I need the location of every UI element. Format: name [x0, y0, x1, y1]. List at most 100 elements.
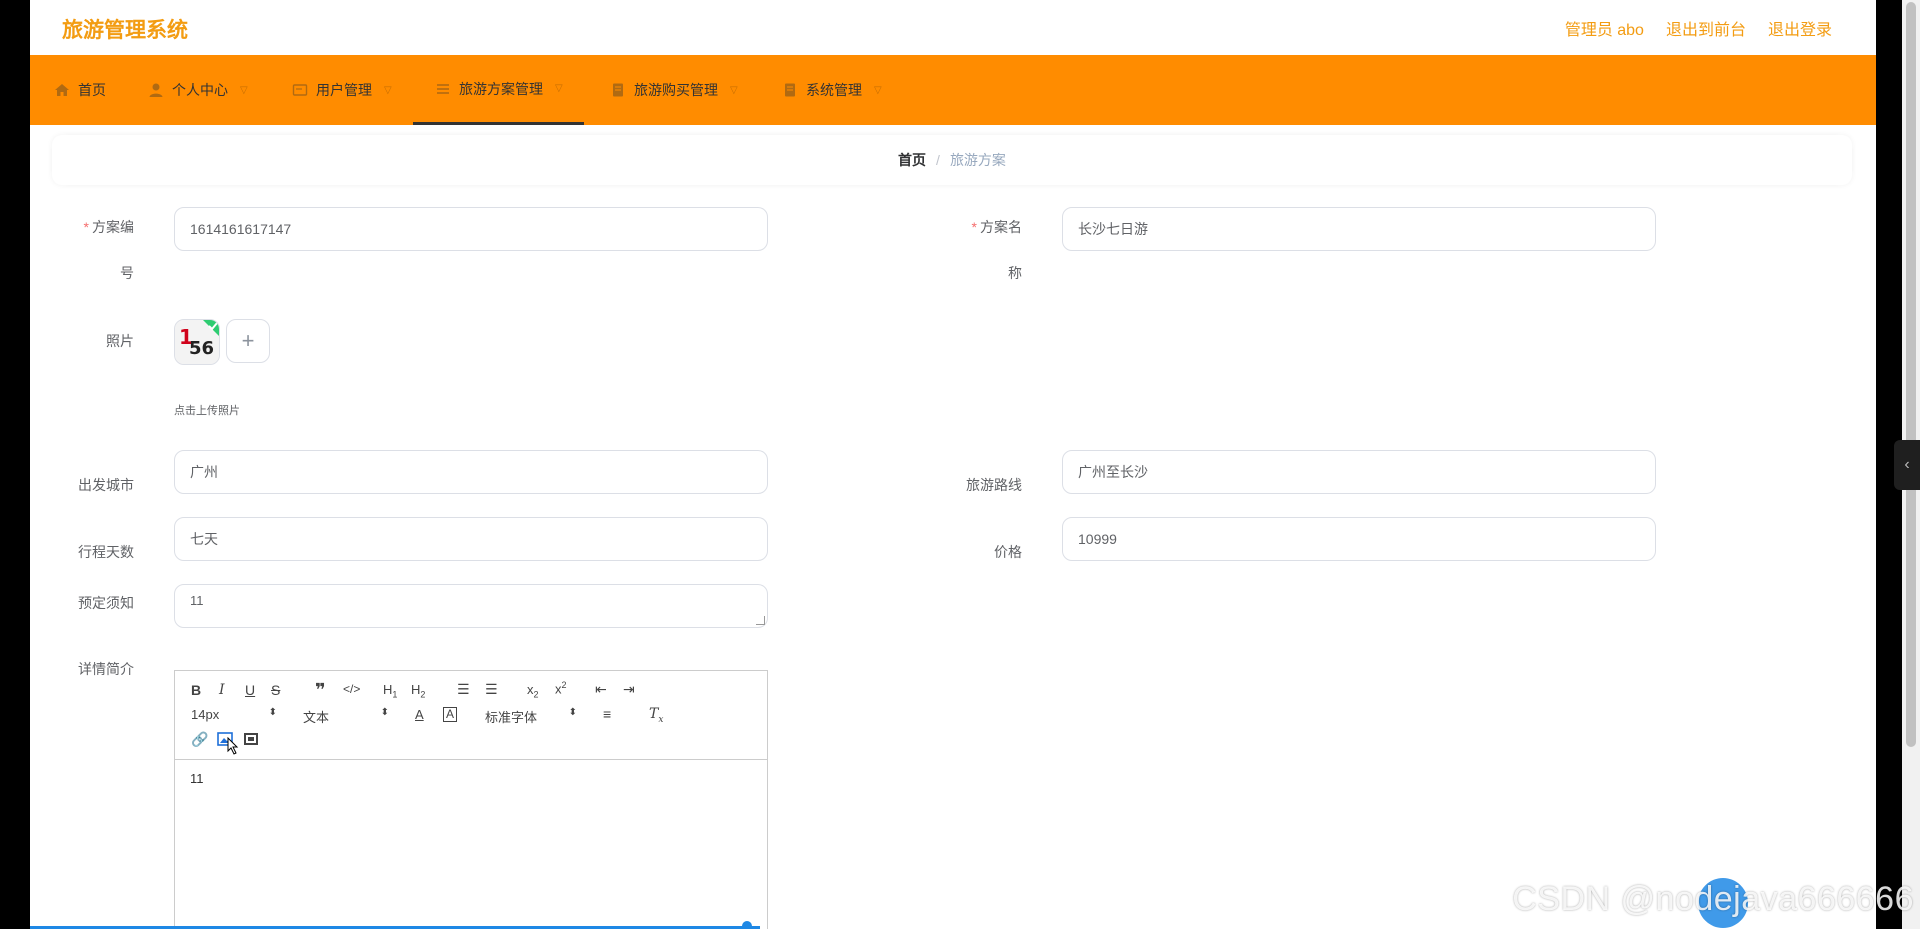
ordered-list-icon[interactable]: ☰ — [457, 681, 470, 698]
add-photo-button[interactable]: + — [226, 319, 270, 363]
top-header: 旅游管理系统 管理员 abo 退出到前台 退出登录 — [30, 0, 1876, 55]
font-size-value: 14px — [191, 707, 220, 722]
text-type-select[interactable]: 文本 ⬍ — [303, 707, 389, 725]
nav-item-profile[interactable]: 个人中心 ▽ — [148, 55, 248, 125]
heading-2-icon[interactable]: H2 — [411, 682, 425, 700]
name-label-text: 方案名 — [980, 219, 1022, 235]
booking-notice-text: 11 — [190, 593, 204, 608]
top-links: 管理员 abo 退出到前台 退出登录 — [1565, 16, 1832, 40]
days-label: 行程天数 — [78, 544, 134, 560]
nav-item-plans[interactable]: 旅游方案管理 ▽ — [413, 55, 584, 125]
brand-title: 旅游管理系统 — [62, 19, 188, 42]
code-label: * 方案编 — [52, 217, 134, 237]
nav-label: 旅游购买管理 — [634, 82, 718, 98]
photo-image: 1 56 — [175, 320, 219, 364]
nav-label: 旅游方案管理 — [459, 80, 543, 97]
font-size-select[interactable]: 14px ⬍ — [191, 707, 277, 725]
user-icon — [149, 83, 163, 97]
photo-thumbnail[interactable]: 1 56 — [174, 319, 220, 365]
plan-name-input[interactable]: 长沙七日游 — [1062, 207, 1656, 251]
admin-label[interactable]: 管理员 abo — [1565, 16, 1644, 40]
detail-label: 详情简介 — [78, 661, 134, 677]
card-icon — [292, 84, 308, 96]
font-color-icon[interactable]: A — [415, 707, 424, 722]
font-family-value: 标准字体 — [485, 710, 538, 725]
logout-link[interactable]: 退出登录 — [1768, 16, 1832, 40]
booking-notice-textarea[interactable]: 11 — [174, 584, 768, 628]
plan-code-input[interactable]: 1614161617147 — [174, 207, 768, 251]
strike-icon[interactable]: S — [271, 682, 280, 698]
code-icon[interactable]: </> — [343, 682, 360, 696]
trip-days-input[interactable]: 七天 — [174, 517, 768, 561]
background-color-icon[interactable]: A — [443, 707, 458, 722]
nav-label: 系统管理 — [806, 82, 862, 98]
indent-icon[interactable]: ⇥ — [623, 681, 635, 698]
scrollbar-thumb[interactable] — [1906, 2, 1916, 747]
city-label: 出发城市 — [78, 477, 134, 493]
outdent-icon[interactable]: ⇤ — [595, 681, 607, 698]
photo-label: 照片 — [106, 333, 134, 349]
name-label: * 方案名 — [940, 217, 1022, 237]
chevron-down-icon: ▽ — [240, 84, 248, 96]
breadcrumb: 首页 / 旅游方案 — [52, 135, 1852, 185]
text-type-value: 文本 — [303, 710, 330, 725]
heading-1-icon[interactable]: H1 — [383, 682, 397, 700]
photo-upload-hint: 点击上传照片 — [174, 405, 240, 417]
watermark: CSDN @nodejava666666 — [1512, 880, 1914, 918]
subscript-icon[interactable]: x2 — [527, 682, 539, 700]
breadcrumb-separator: / — [936, 152, 940, 168]
progress-indicator — [742, 921, 752, 929]
underline-icon[interactable]: U — [245, 682, 255, 698]
list-icon — [437, 83, 449, 94]
select-arrow-icon: ⬍ — [268, 707, 277, 718]
required-mark: * — [971, 219, 977, 235]
chevron-down-icon: ▽ — [874, 84, 882, 96]
breadcrumb-current: 旅游方案 — [949, 152, 1006, 168]
page: 旅游管理系统 管理员 abo 退出到前台 退出登录 首页 个人中心 ▽ 用户管理… — [30, 0, 1876, 929]
editor-toolbar: B I U S ❞ </> H1 H2 ☰ ☰ x2 x2 ⇤ ⇥ 14px ⬍ … — [175, 671, 767, 760]
select-arrow-icon: ⬍ — [568, 707, 577, 718]
mouse-cursor-icon — [227, 736, 239, 758]
italic-icon[interactable]: I — [219, 682, 225, 698]
blockquote-icon[interactable]: ❞ — [315, 680, 326, 701]
departure-city-input[interactable]: 广州 — [174, 450, 768, 494]
document-icon — [785, 83, 795, 97]
nav-item-users[interactable]: 用户管理 ▽ — [292, 55, 392, 125]
code-label-text: 方案编 — [92, 219, 134, 235]
travel-route-input[interactable]: 广州至长沙 — [1062, 450, 1656, 494]
superscript-icon[interactable]: x2 — [555, 680, 567, 696]
nav-label: 个人中心 — [172, 82, 228, 98]
plan-form: * 方案编 号 1614161617147 * 方案名 称 长沙七日游 照片 1 5… — [52, 193, 1852, 929]
side-panel-toggle[interactable]: ‹ — [1894, 440, 1920, 490]
price-label: 价格 — [994, 544, 1022, 560]
bullet-list-icon[interactable]: ☰ — [485, 681, 498, 698]
nav-item-home[interactable]: 首页 — [54, 55, 106, 125]
link-icon[interactable]: 🔗 — [191, 731, 208, 748]
nav-label: 用户管理 — [316, 82, 372, 98]
required-mark: * — [83, 219, 89, 235]
resize-handle[interactable] — [756, 616, 765, 625]
bold-icon[interactable]: B — [191, 682, 201, 698]
code-label-cont: 号 — [120, 265, 134, 281]
chevron-down-icon: ▽ — [384, 84, 392, 96]
font-family-select[interactable]: 标准字体 ⬍ — [485, 707, 577, 725]
editor-content[interactable]: 11 — [190, 771, 204, 786]
video-icon[interactable] — [243, 732, 259, 749]
back-to-front-link[interactable]: 退出到前台 — [1666, 16, 1746, 40]
align-icon[interactable]: ≡ — [603, 706, 611, 722]
breadcrumb-home[interactable]: 首页 — [898, 150, 926, 170]
svg-text:56: 56 — [189, 338, 214, 359]
route-label: 旅游路线 — [966, 477, 1022, 493]
clear-format-icon[interactable]: Tx — [649, 706, 663, 725]
rich-text-editor: B I U S ❞ </> H1 H2 ☰ ☰ x2 x2 ⇤ ⇥ 14px ⬍ … — [174, 670, 768, 929]
nav-label: 首页 — [78, 82, 106, 98]
chevron-down-icon: ▽ — [730, 84, 738, 96]
chevron-down-icon: ▽ — [555, 83, 563, 94]
chevron-left-icon: ‹ — [1904, 456, 1910, 473]
nav-item-system[interactable]: 系统管理 ▽ — [782, 55, 882, 125]
price-input[interactable]: 10999 — [1062, 517, 1656, 561]
document-icon — [613, 83, 623, 97]
name-label-cont: 称 — [1008, 265, 1022, 281]
nav-item-purchases[interactable]: 旅游购买管理 ▽ — [610, 55, 738, 125]
select-arrow-icon: ⬍ — [380, 707, 389, 718]
